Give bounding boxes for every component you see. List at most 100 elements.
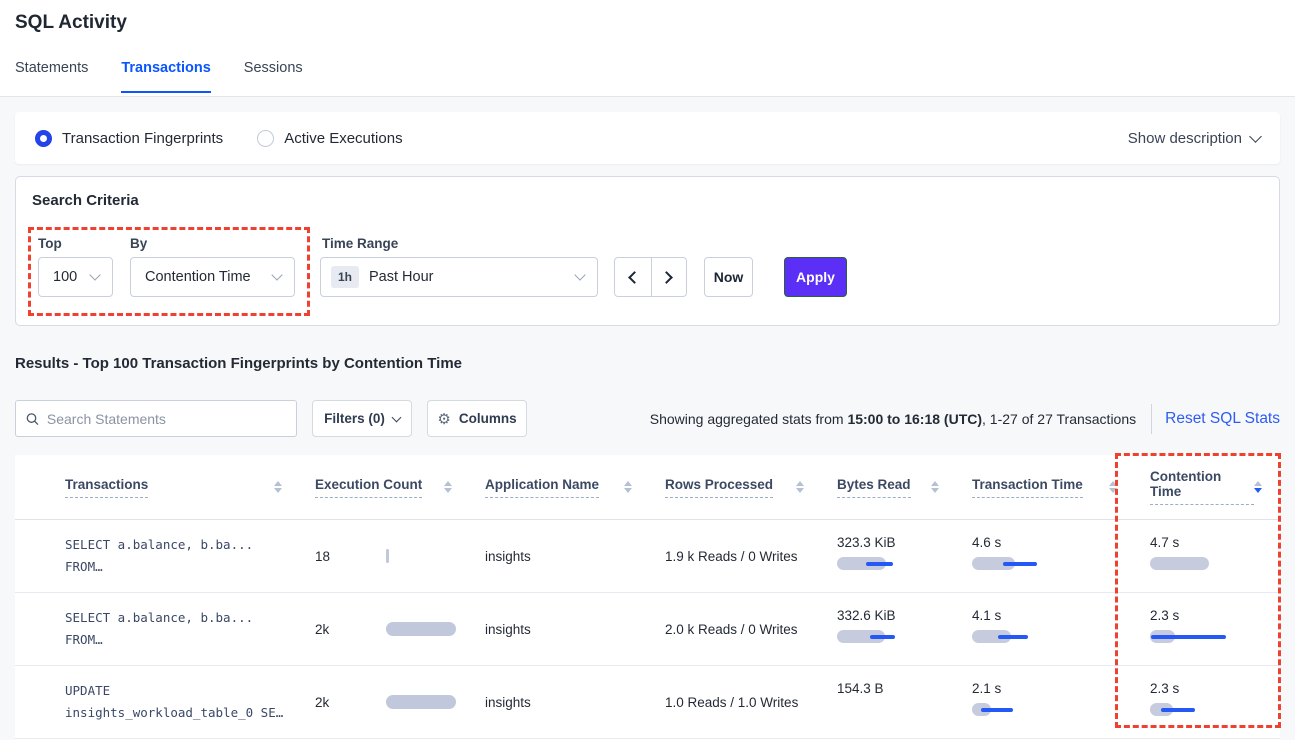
chevron-down-icon	[574, 269, 585, 280]
aggregated-stats-text: Showing aggregated stats from 15:00 to 1…	[650, 411, 1136, 427]
reset-sql-stats-link[interactable]: Reset SQL Stats	[1165, 410, 1280, 428]
column-label[interactable]: Application Name	[485, 477, 599, 498]
column-header-bytes-read: Bytes Read	[822, 477, 957, 498]
gear-icon: ⚙	[437, 410, 450, 428]
time-range-select[interactable]: 1h Past Hour	[320, 257, 598, 297]
sql-fingerprint-line2: insights_workload_table_0 SE…	[65, 702, 290, 724]
cell-transaction-time: 4.1 s	[957, 593, 1135, 665]
column-label[interactable]: Execution Count	[315, 477, 422, 498]
contention-time-value: 2.3 s	[1150, 608, 1270, 623]
table-row[interactable]: SELECT a.balance, b.ba... FROM… 18 insig…	[15, 520, 1280, 593]
column-label[interactable]: Bytes Read	[837, 477, 911, 498]
apply-button[interactable]: Apply	[784, 257, 847, 297]
column-header-rows-processed: Rows Processed	[650, 477, 822, 498]
tab-sessions[interactable]: Sessions	[244, 60, 303, 93]
by-label: By	[130, 236, 147, 251]
bytes-read-value: 332.6 KiB	[837, 608, 947, 623]
chevron-right-icon	[660, 271, 673, 284]
sort-icon[interactable]	[444, 481, 452, 493]
table-row[interactable]: SELECT a.balance, b.ba... FROM… 2k insig…	[15, 593, 1280, 666]
column-header-transaction-time: Transaction Time	[957, 477, 1135, 498]
sort-icon[interactable]	[1109, 481, 1117, 493]
cell-execution-count: 2k	[300, 666, 470, 738]
search-criteria-heading: Search Criteria	[32, 192, 139, 209]
cell-contention-time: 4.7 s	[1135, 520, 1280, 592]
radio-transaction-fingerprints[interactable]: Transaction Fingerprints	[35, 130, 223, 147]
cell-execution-count: 18	[300, 520, 470, 592]
filters-button[interactable]: Filters (0)	[312, 400, 412, 437]
page-title: SQL Activity	[15, 12, 127, 34]
cell-transaction[interactable]: SELECT a.balance, b.ba... FROM…	[50, 520, 300, 592]
time-range-value: Past Hour	[369, 269, 433, 285]
column-label[interactable]: Contention Time	[1150, 469, 1254, 505]
filters-label: Filters (0)	[324, 411, 385, 426]
by-select-value: Contention Time	[131, 269, 251, 285]
radio-unselected-icon[interactable]	[257, 130, 274, 147]
transactions-table: Transactions Execution Count Application…	[15, 455, 1280, 740]
column-header-execution-count: Execution Count	[300, 477, 470, 498]
radio-selected-icon[interactable]	[35, 130, 52, 147]
show-description-toggle[interactable]: Show description	[1128, 130, 1260, 147]
cell-rows-processed: 1.0 Reads / 1.0 Writes	[650, 666, 822, 738]
columns-button[interactable]: ⚙ Columns	[427, 400, 527, 437]
sql-fingerprint-line2: FROM…	[65, 556, 290, 578]
top-label: Top	[38, 236, 62, 251]
transaction-time-value: 4.6 s	[972, 535, 1125, 550]
contention-time-value: 2.3 s	[1150, 681, 1270, 696]
time-range-arrows	[614, 257, 687, 297]
by-select[interactable]: Contention Time	[130, 257, 295, 297]
now-button[interactable]: Now	[704, 257, 753, 297]
column-header-contention-time: Contention Time	[1135, 469, 1280, 505]
sort-icon[interactable]	[274, 481, 282, 493]
radio-active-executions[interactable]: Active Executions	[257, 130, 402, 147]
cell-rows-processed: 1.9 k Reads / 0 Writes	[650, 520, 822, 592]
search-statements-box[interactable]	[15, 400, 297, 437]
contention-time-value: 4.7 s	[1150, 535, 1270, 550]
cell-transaction-time: 2.1 s	[957, 666, 1135, 738]
cell-transaction[interactable]: SELECT a.balance, b.ba... FROM…	[50, 593, 300, 665]
transaction-time-bar	[972, 703, 1125, 716]
sort-icon-active-desc[interactable]	[1254, 481, 1262, 493]
sql-fingerprint-line1: SELECT a.balance, b.ba...	[65, 607, 290, 629]
column-label[interactable]: Transactions	[65, 477, 148, 498]
sort-icon[interactable]	[796, 481, 804, 493]
cell-transaction[interactable]: UPDATE insights_workload_table_0 SE…	[50, 666, 300, 738]
column-header-transactions: Transactions	[50, 477, 300, 498]
transaction-time-value: 2.1 s	[972, 681, 1125, 696]
sort-icon[interactable]	[624, 481, 632, 493]
cell-contention-time: 2.3 s	[1135, 593, 1280, 665]
sql-fingerprint-line2: FROM…	[65, 629, 290, 651]
cell-execution-count: 2k	[300, 593, 470, 665]
contention-time-bar	[1150, 630, 1270, 643]
previous-time-button[interactable]	[615, 258, 651, 296]
tab-statements[interactable]: Statements	[15, 60, 88, 93]
tab-bar: Statements Transactions Sessions	[15, 60, 303, 93]
search-statements-input[interactable]	[47, 411, 286, 427]
columns-label: Columns	[459, 411, 517, 426]
chevron-down-icon	[1249, 130, 1262, 143]
results-controls: Filters (0) ⚙ Columns Showing aggregated…	[15, 400, 1280, 437]
bytes-read-value: 323.3 KiB	[837, 535, 947, 550]
sql-fingerprint-line1: UPDATE	[65, 680, 290, 702]
table-row[interactable]: UPDATE insights_workload_table_0 SE… 2k …	[15, 666, 1280, 739]
cell-application-name: insights	[470, 666, 650, 738]
rows-processed-value: 1.0 Reads / 1.0 Writes	[665, 695, 812, 710]
search-criteria-card	[15, 176, 1280, 326]
transaction-time-bar	[972, 557, 1125, 570]
column-label[interactable]: Transaction Time	[972, 477, 1083, 498]
execution-count-bar	[386, 549, 389, 563]
view-toggle-card: Transaction Fingerprints Active Executio…	[15, 112, 1280, 164]
contention-time-bar	[1150, 703, 1270, 716]
show-description-label: Show description	[1128, 130, 1242, 147]
tab-transactions[interactable]: Transactions	[121, 60, 210, 93]
sort-icon[interactable]	[931, 481, 939, 493]
bytes-read-bar	[837, 630, 947, 643]
bytes-read-bar	[837, 557, 947, 570]
column-label[interactable]: Rows Processed	[665, 477, 773, 498]
next-time-button[interactable]	[651, 258, 687, 296]
top-select[interactable]: 100	[38, 257, 113, 297]
application-name-value: insights	[485, 695, 640, 710]
cell-bytes-read: 323.3 KiB	[822, 520, 957, 592]
chevron-left-icon	[628, 271, 641, 284]
contention-time-bar	[1150, 557, 1270, 570]
